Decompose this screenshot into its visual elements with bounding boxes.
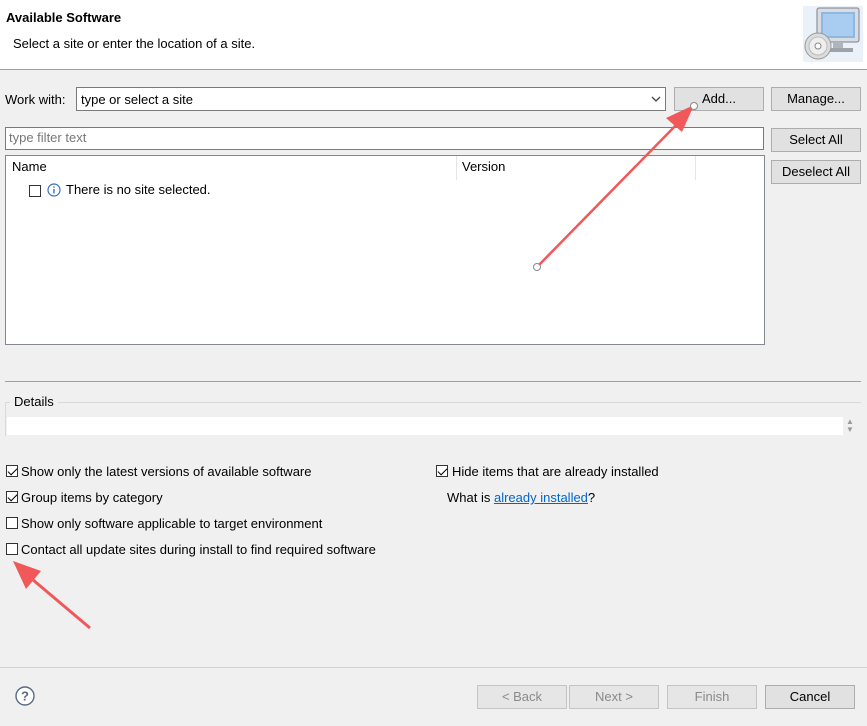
details-scrollbar[interactable]: ▲ ▼ (845, 418, 855, 436)
latest-versions-checkbox[interactable] (6, 465, 18, 477)
annotation-arrow-contact (13, 561, 91, 630)
tree-item-message: There is no site selected. (66, 182, 211, 197)
column-divider[interactable] (456, 156, 457, 180)
target-environment-checkbox[interactable] (6, 517, 18, 529)
details-label: Details (10, 394, 58, 409)
chevron-down-icon[interactable] (651, 93, 661, 105)
page-subtitle: Select a site or enter the location of a… (13, 36, 256, 51)
what-is-installed-text: What is already installed? (447, 490, 595, 505)
what-is-prefix: What is (447, 490, 494, 505)
hide-installed-label[interactable]: Hide items that are already installed (452, 464, 659, 479)
column-header-version[interactable]: Version (462, 156, 505, 180)
filter-field[interactable] (5, 127, 764, 150)
group-by-category-checkbox[interactable] (6, 491, 18, 503)
contact-update-sites-checkbox[interactable] (6, 543, 18, 555)
hide-installed-checkbox[interactable] (436, 465, 448, 477)
group-by-category-label[interactable]: Group items by category (21, 490, 163, 505)
column-divider[interactable] (695, 156, 696, 180)
software-tree[interactable]: Name Version There is no site selected. (5, 155, 765, 345)
work-with-combo[interactable]: type or select a site (76, 87, 666, 111)
install-monitor-icon (803, 6, 863, 62)
svg-text:?: ? (21, 689, 29, 704)
wizard-header: Available Software Select a site or ente… (0, 0, 867, 70)
cancel-button[interactable]: Cancel (765, 685, 855, 709)
back-button[interactable]: < Back (477, 685, 567, 709)
manage-button[interactable]: Manage... (771, 87, 861, 111)
help-icon[interactable]: ? (15, 686, 35, 706)
info-icon (47, 183, 61, 197)
what-is-suffix: ? (587, 490, 596, 505)
details-text[interactable] (7, 417, 843, 435)
finish-button[interactable]: Finish (667, 685, 757, 709)
column-header-name[interactable]: Name (12, 156, 47, 180)
next-button[interactable]: Next > (569, 685, 659, 709)
latest-versions-label[interactable]: Show only the latest versions of availab… (21, 464, 312, 479)
tree-item-checkbox[interactable] (29, 185, 41, 197)
footer-divider (0, 667, 867, 668)
filter-input[interactable] (6, 128, 752, 147)
contact-update-sites-label[interactable]: Contact all update sites during install … (21, 542, 376, 557)
target-environment-label[interactable]: Show only software applicable to target … (21, 516, 322, 531)
select-all-button[interactable]: Select All (771, 128, 861, 152)
divider (5, 381, 861, 382)
add-button[interactable]: Add... (674, 87, 764, 111)
work-with-label: Work with: (5, 92, 66, 107)
deselect-all-button[interactable]: Deselect All (771, 160, 861, 184)
work-with-value: type or select a site (81, 92, 193, 107)
already-installed-link[interactable]: already installed (494, 490, 588, 505)
page-title: Available Software (6, 10, 122, 25)
